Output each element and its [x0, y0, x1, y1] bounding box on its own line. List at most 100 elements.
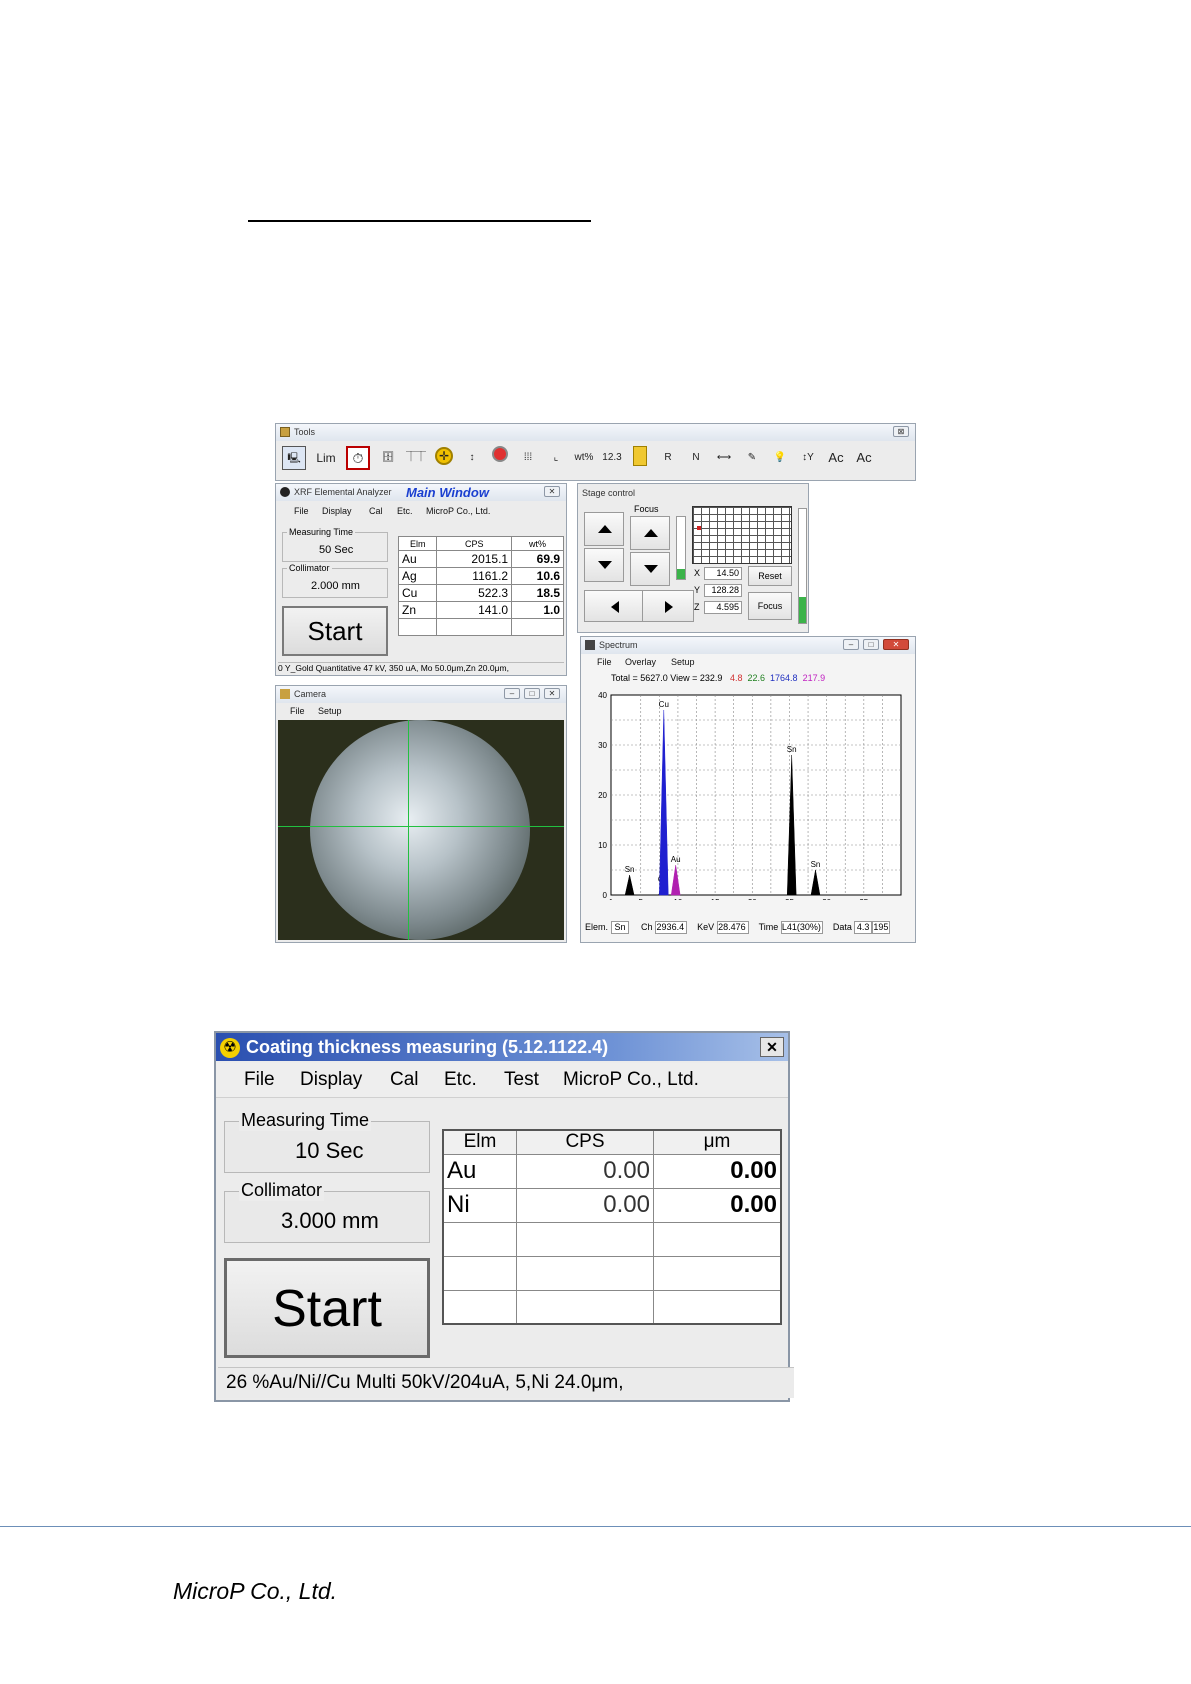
- xrf-title: XRF Elemental Analyzer: [294, 487, 392, 497]
- spectrum-minimize-button[interactable]: –: [843, 639, 859, 650]
- crosshair-tool-icon[interactable]: ✛: [432, 446, 456, 470]
- xrf-collimator-value: 2.000 mm: [311, 580, 360, 592]
- xrf-col-elm: Elm: [397, 536, 438, 551]
- stage-up-button[interactable]: [584, 512, 624, 546]
- spectrum-title: Spectrum: [599, 640, 638, 650]
- stage-down-button[interactable]: [584, 548, 624, 582]
- camera-menu-file[interactable]: File: [290, 706, 305, 716]
- pen-tool-icon[interactable]: ✎: [740, 446, 764, 470]
- camera-menu-setup[interactable]: Setup: [318, 706, 342, 716]
- spectrum-menu-setup[interactable]: Setup: [671, 657, 695, 667]
- camera-titlebar: Camera – □ ✕: [276, 686, 566, 703]
- arrow-down-icon: [598, 561, 612, 569]
- xrf-cell-val: 69.9: [511, 550, 564, 568]
- table-row: Au 2015.1 69.9: [397, 550, 564, 568]
- crosshair-vertical: [408, 720, 409, 940]
- wt-tool-button[interactable]: wt%: [572, 446, 596, 470]
- reset-button[interactable]: Reset: [748, 566, 792, 586]
- x-tick-label: 5: [639, 898, 644, 900]
- number-tool-button[interactable]: 12.3: [600, 446, 624, 470]
- record-tool-icon[interactable]: [488, 446, 512, 470]
- camera-close-button[interactable]: ✕: [544, 688, 560, 699]
- spectrum-maximize-button[interactable]: □: [863, 639, 879, 650]
- camera-minimize-button[interactable]: –: [504, 688, 520, 699]
- tools-close-button[interactable]: ⊠: [893, 426, 909, 437]
- y-tick-label: 0: [603, 891, 608, 900]
- spectrum-value-2: 22.6: [747, 673, 765, 683]
- lim-tool-button[interactable]: Lim: [314, 446, 338, 470]
- xrf-menu-etc[interactable]: Etc.: [397, 506, 413, 516]
- y-axis-tool-icon[interactable]: ↕Y: [796, 446, 820, 470]
- coating-cell-val: 0.00: [653, 1153, 782, 1189]
- focus-down-button[interactable]: [630, 552, 670, 586]
- xrf-menubar: File Display Cal Etc. MicroP Co., Ltd.: [276, 506, 566, 520]
- focus-button[interactable]: Focus: [748, 592, 792, 620]
- book-tool-icon[interactable]: [628, 446, 652, 470]
- xrf-status-bar: 0 Y_Gold Quantitative 47 kV, 350 uA, Mo …: [278, 662, 564, 676]
- spectrum-menu-file[interactable]: File: [597, 657, 612, 667]
- focus-up-button[interactable]: [630, 516, 670, 550]
- camera-maximize-button[interactable]: □: [524, 688, 540, 699]
- width-tool-icon[interactable]: ⟷: [712, 446, 736, 470]
- footer-divider: [0, 1526, 1191, 1527]
- x-tick-label: 25: [785, 898, 794, 900]
- coating-cell-cps: 0.00: [516, 1187, 654, 1223]
- xrf-measuring-time-label: Measuring Time: [287, 527, 356, 537]
- coating-menu-etc[interactable]: Etc.: [444, 1069, 477, 1091]
- x-value-field[interactable]: 14.50: [704, 567, 742, 580]
- stage-tool-icon[interactable]: 🗄: [376, 446, 400, 470]
- stage-position-marker: [697, 526, 701, 530]
- xrf-menu-file[interactable]: File: [294, 506, 309, 516]
- y-tick-label: 30: [598, 741, 607, 750]
- xrf-menu-company[interactable]: MicroP Co., Ltd.: [426, 506, 490, 516]
- ac2-tool-button[interactable]: Ac: [852, 446, 876, 470]
- coating-menu-test[interactable]: Test: [504, 1069, 539, 1091]
- table-row: Au 0.00 0.00: [442, 1153, 782, 1189]
- footer-company: MicroP Co., Ltd.: [173, 1578, 338, 1604]
- xrf-cell-cps: 2015.1: [436, 550, 513, 568]
- spectrum-close-button[interactable]: ✕: [883, 639, 909, 650]
- coating-menu-company[interactable]: MicroP Co., Ltd.: [563, 1069, 699, 1091]
- camera-menubar: File Setup: [276, 706, 566, 720]
- r-tool-button[interactable]: R: [656, 446, 680, 470]
- spectrum-menubar: File Overlay Setup: [581, 657, 915, 671]
- table-row: [442, 1289, 782, 1325]
- xrf-close-button[interactable]: ✕: [544, 486, 560, 497]
- xrf-cell-elm: Zn: [397, 601, 438, 619]
- coating-close-button[interactable]: ✕: [760, 1037, 784, 1057]
- grid-tool-icon[interactable]: ⁞⁞⁞: [516, 446, 540, 470]
- height-tool-icon[interactable]: ↕: [460, 446, 484, 470]
- coating-collimator-box: Collimator 3.000 mm: [224, 1180, 430, 1243]
- peak-tool-icon[interactable]: ⏉⏉: [404, 446, 428, 470]
- coating-start-button[interactable]: Start: [224, 1258, 430, 1358]
- y-value-field[interactable]: 128.28: [704, 584, 742, 597]
- z-value-field[interactable]: 4.595: [704, 601, 742, 614]
- axis-tool-icon[interactable]: ⌞: [544, 446, 568, 470]
- xrf-measuring-time-box: Measuring Time 50 Sec: [282, 527, 388, 562]
- ac-tool-button[interactable]: Ac: [824, 446, 848, 470]
- xrf-menu-cal[interactable]: Cal: [369, 506, 383, 516]
- focus-level-bar: [676, 516, 686, 580]
- table-row: Ni 0.00 0.00: [442, 1187, 782, 1223]
- coating-menu-file[interactable]: File: [244, 1069, 275, 1091]
- coating-menu-display[interactable]: Display: [300, 1069, 362, 1091]
- bulb-tool-icon[interactable]: 💡: [768, 446, 792, 470]
- coating-menu-cal[interactable]: Cal: [390, 1069, 419, 1091]
- coating-measuring-time-value: 10 Sec: [295, 1138, 364, 1163]
- arrow-right-icon: [665, 601, 673, 613]
- camera-window: Camera – □ ✕ File Setup: [275, 685, 567, 943]
- xrf-start-button[interactable]: Start: [282, 606, 388, 656]
- kev-field: 28.476: [716, 921, 749, 934]
- computer-tool-icon[interactable]: 🖳: [282, 446, 306, 470]
- spectrum-menu-overlay[interactable]: Overlay: [625, 657, 656, 667]
- sample-image: [310, 720, 530, 940]
- xrf-menu-display[interactable]: Display: [322, 506, 352, 516]
- xrf-results-table: Elm CPS wt% Au 2015.1 69.9 Ag 1161.2 10.…: [397, 536, 564, 636]
- stage-left-button[interactable]: [584, 590, 644, 622]
- stage-right-button[interactable]: [642, 590, 694, 622]
- n-tool-button[interactable]: N: [684, 446, 708, 470]
- elem-field: Sn: [610, 921, 629, 934]
- clock-tool-icon[interactable]: ⏱: [346, 446, 370, 470]
- xrf-cell-val: 18.5: [511, 584, 564, 602]
- coating-col-um: μm: [653, 1129, 782, 1155]
